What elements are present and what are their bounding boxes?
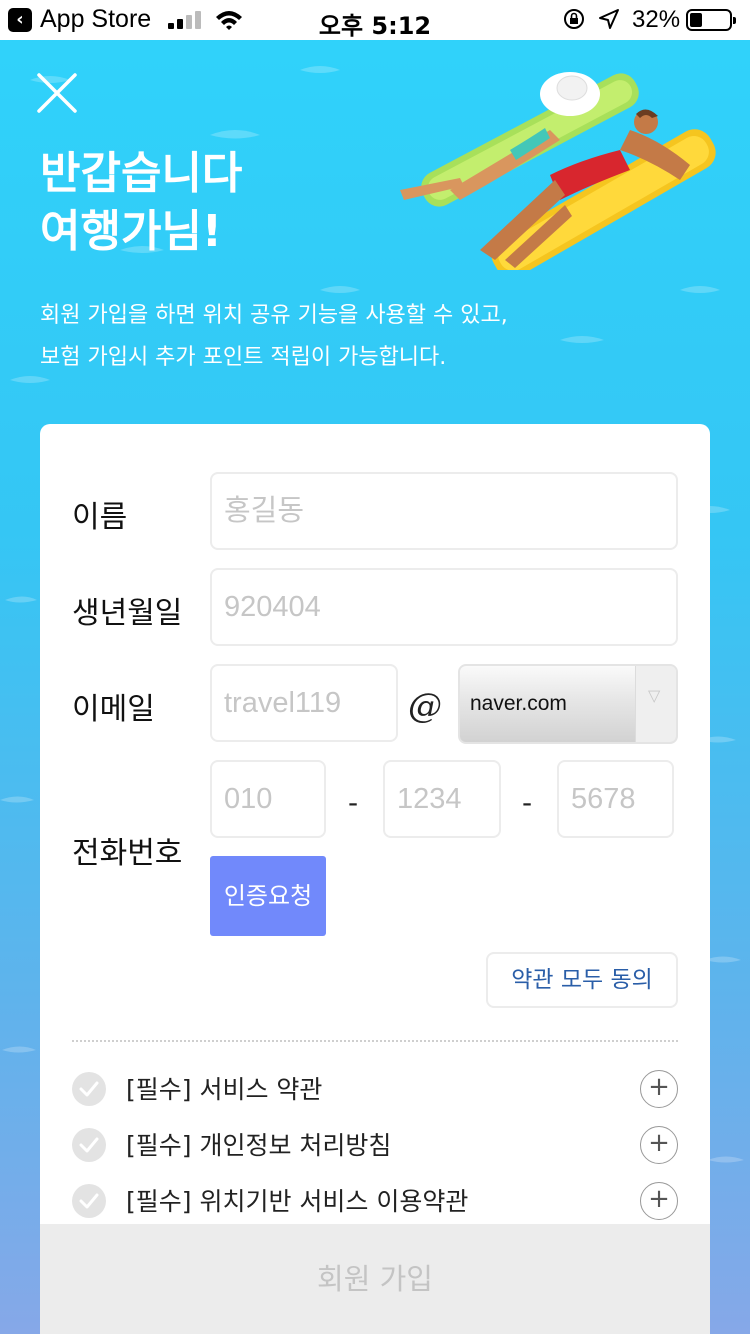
battery-percent: 32% [632, 6, 681, 33]
signup-button[interactable]: 회원 가입 [40, 1224, 710, 1334]
name-input[interactable] [210, 472, 678, 550]
location-arrow-icon [599, 9, 619, 29]
term-item-location[interactable]: [필수] 위치기반 서비스 이용약관 + [72, 1182, 678, 1222]
intro-text: 회원 가입을 하면 위치 공유 기능을 사용할 수 있고, 보험 가입시 추가 … [40, 295, 508, 379]
status-bar: ‹ App Store 오후 5:12 32% [0, 0, 750, 40]
check-icon[interactable] [72, 1072, 106, 1106]
close-icon[interactable] [36, 72, 78, 114]
intro-line1: 회원 가입을 하면 위치 공유 기능을 사용할 수 있고, [40, 303, 508, 328]
birthdate-input[interactable] [210, 568, 678, 646]
plus-icon[interactable]: + [640, 1182, 678, 1220]
dropdown-arrow-icon[interactable]: ▽ [635, 666, 676, 742]
agree-all-button[interactable]: 약관 모두 동의 [486, 952, 678, 1008]
phone-part2-input[interactable] [383, 760, 501, 838]
phone-separator-2: - [522, 786, 533, 819]
rotation-lock-icon [564, 9, 584, 29]
phone-part1-input[interactable] [210, 760, 326, 838]
email-domain-select[interactable]: naver.com ▽ [458, 664, 678, 744]
name-label: 이름 [72, 500, 128, 535]
signup-form-card: 이름 생년월일 이메일 @ naver.com ▽ 전화번호 - - 인증요청 … [40, 424, 710, 1334]
term-label: [필수] 개인정보 처리방침 [126, 1131, 392, 1160]
birthdate-label: 생년월일 [72, 596, 183, 631]
plus-icon[interactable]: + [640, 1070, 678, 1108]
check-icon[interactable] [72, 1128, 106, 1162]
greeting-title: 반갑습니다 여행가님! [40, 145, 242, 261]
email-at-sign: @ [408, 686, 442, 726]
greeting-line1: 반갑습니다 [40, 148, 243, 199]
plus-icon[interactable]: + [640, 1126, 678, 1164]
battery-icon [686, 9, 736, 31]
phone-part3-input[interactable] [557, 760, 674, 838]
greeting-line2: 여행가님! [40, 206, 222, 257]
sunbathers-illustration [400, 72, 716, 270]
term-label: [필수] 서비스 약관 [126, 1075, 323, 1104]
divider [72, 1040, 678, 1042]
verification-request-button[interactable]: 인증요청 [210, 856, 326, 936]
phone-separator-1: - [348, 786, 359, 819]
intro-line2: 보험 가입시 추가 포인트 적립이 가능합니다. [40, 345, 447, 370]
term-label: [필수] 위치기반 서비스 이용약관 [126, 1187, 469, 1216]
term-item-privacy[interactable]: [필수] 개인정보 처리방침 + [72, 1126, 678, 1166]
email-domain-value: naver.com [470, 692, 567, 715]
term-item-service[interactable]: [필수] 서비스 약관 + [72, 1070, 678, 1110]
email-label: 이메일 [72, 692, 155, 727]
check-icon[interactable] [72, 1184, 106, 1218]
email-id-input[interactable] [210, 664, 398, 742]
phone-label: 전화번호 [72, 836, 183, 871]
